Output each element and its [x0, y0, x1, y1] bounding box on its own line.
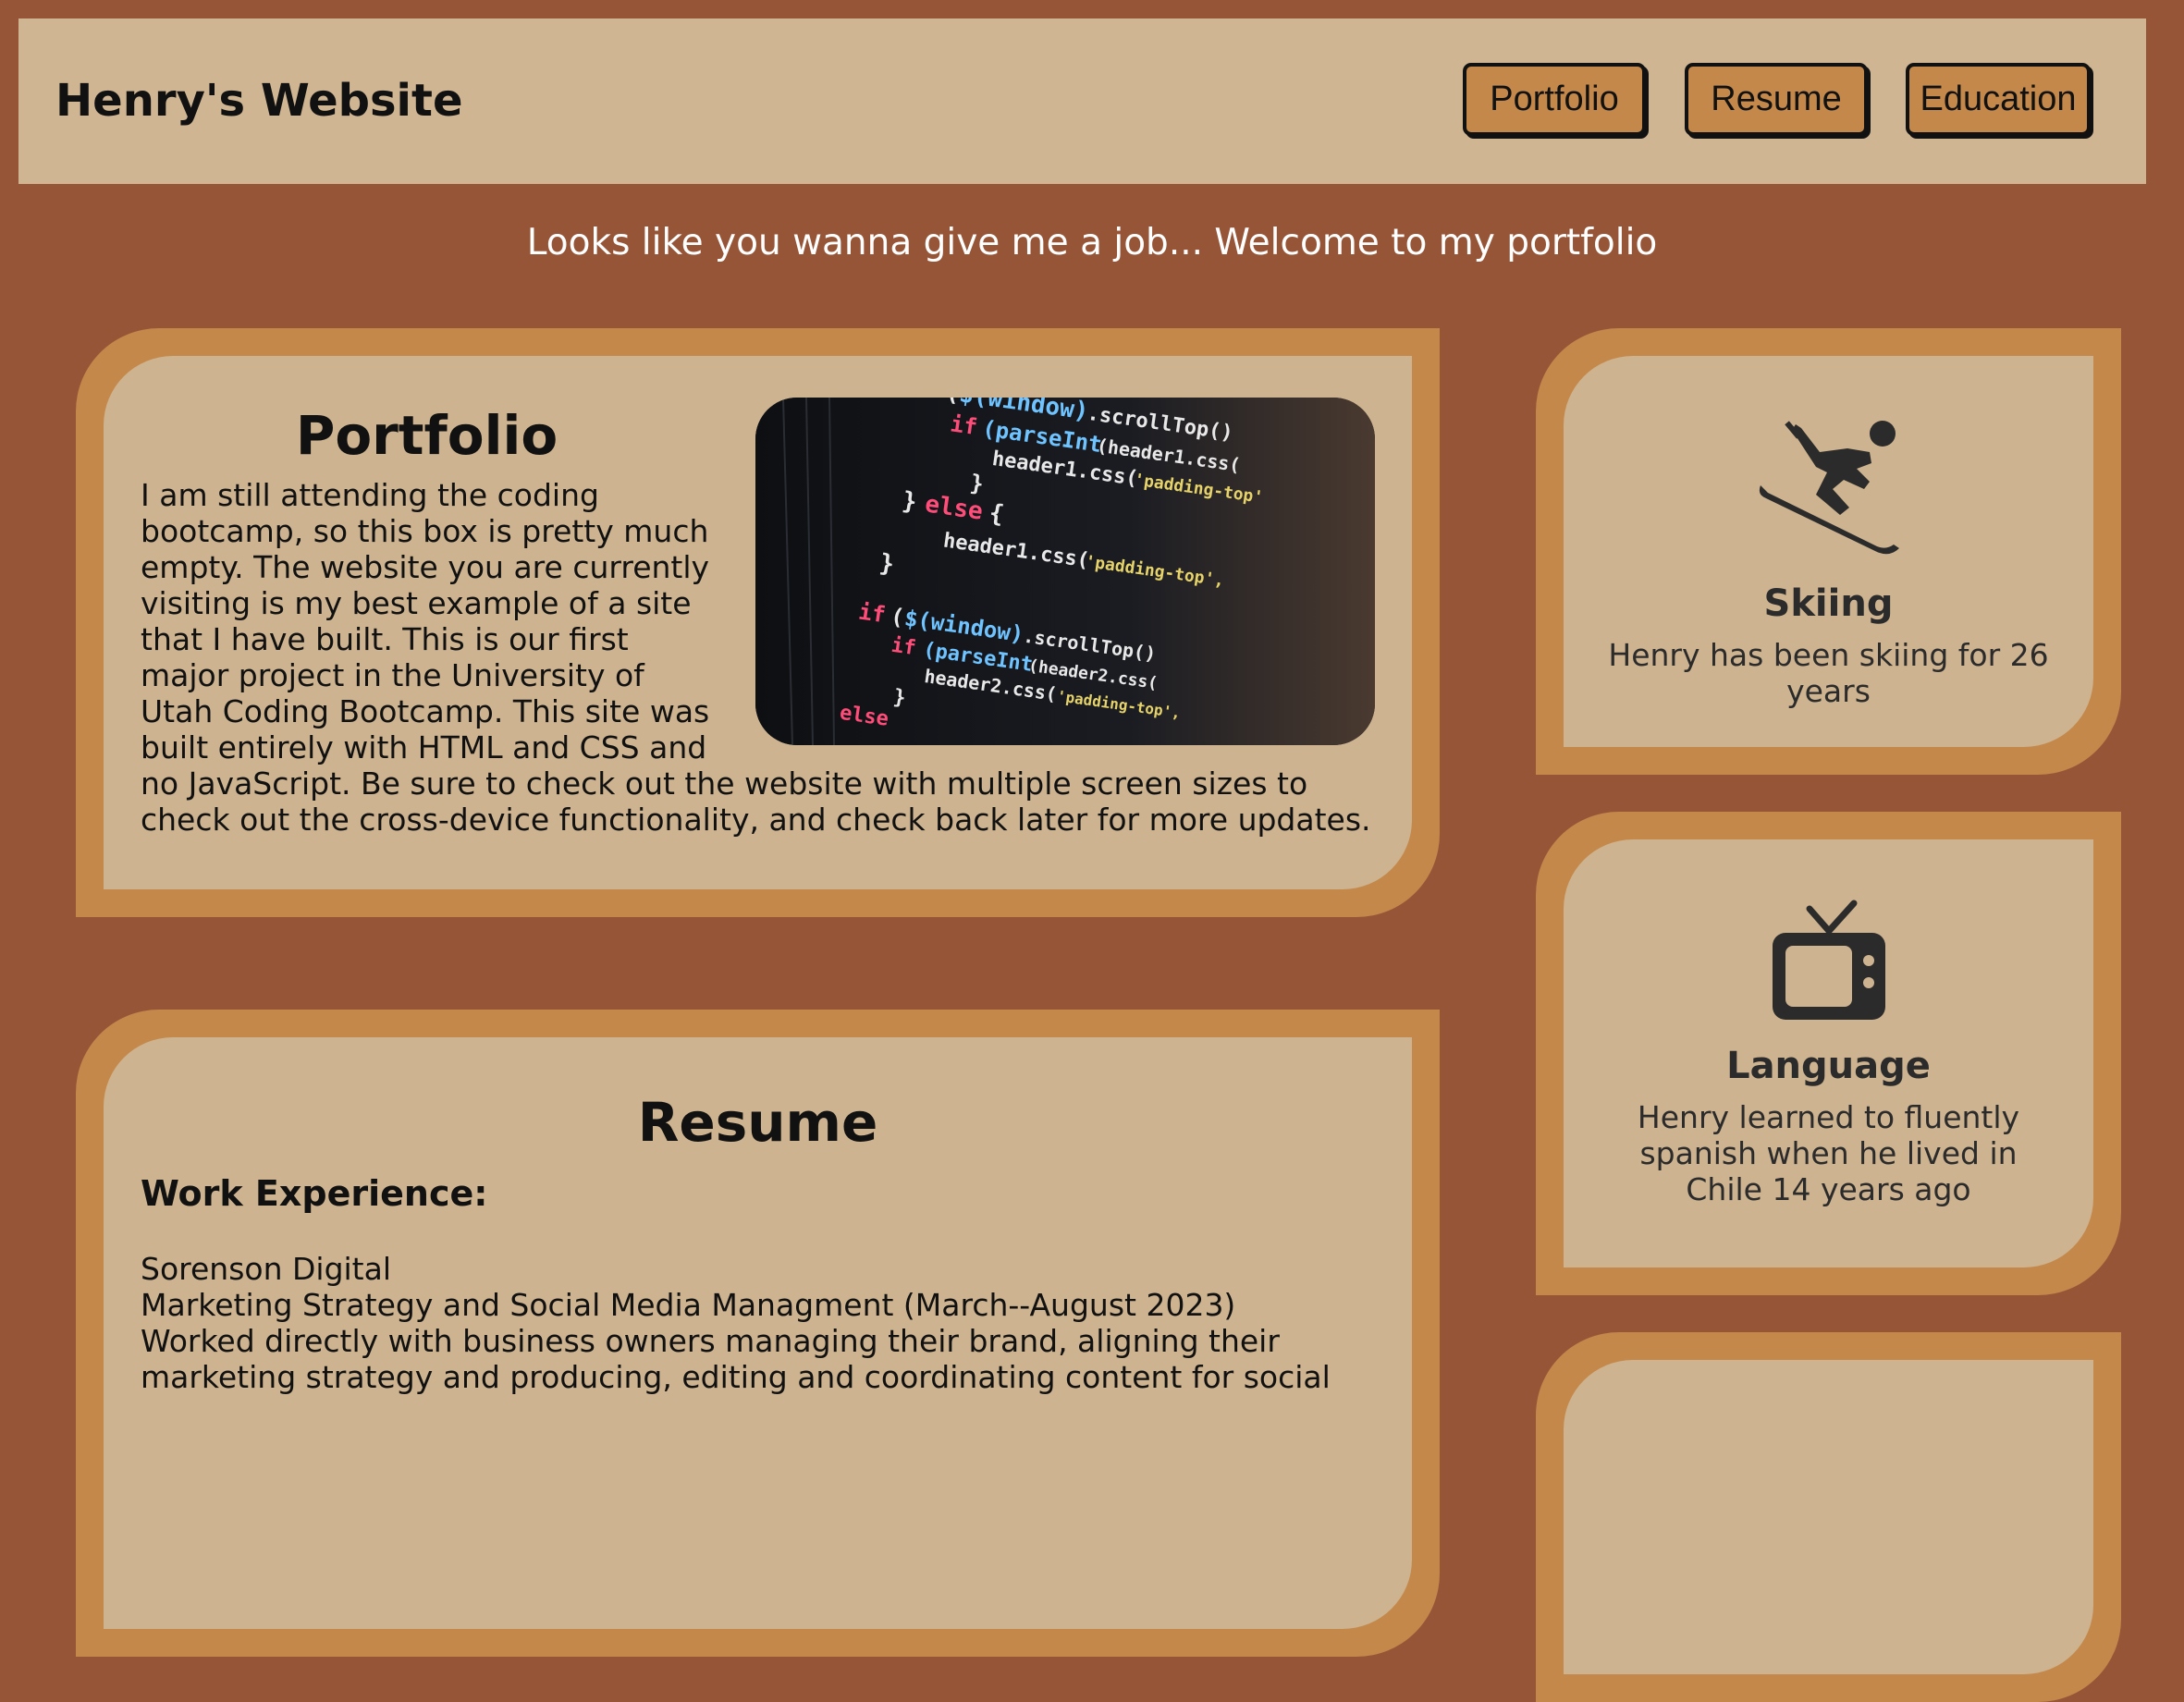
code-screenshot-image: if ( $(window) .scrollTop() if (parseInt…: [755, 398, 1375, 745]
resume-title: Resume: [637, 1091, 878, 1154]
nav-portfolio-button[interactable]: Portfolio: [1463, 63, 1646, 136]
portfolio-section: if ( $(window) .scrollTop() if (parseInt…: [76, 328, 1440, 917]
tagline: Looks like you wanna give me a job... We…: [526, 222, 1658, 263]
hobby-language-section: Language Henry learned to fluently spani…: [1536, 812, 2121, 1295]
svg-text:if: if: [890, 634, 917, 660]
portfolio-title: Portfolio: [295, 404, 558, 467]
hobby-skiing-section: Skiing Henry has been skiing for 26 year…: [1536, 328, 2121, 775]
resume-section: Resume Work Experience: Sorenson Digital…: [76, 1010, 1440, 1657]
portfolio-card: if ( $(window) .scrollTop() if (parseInt…: [104, 356, 1412, 889]
job-description: Worked directly with business owners man…: [141, 1323, 1331, 1395]
job-role: Marketing Strategy and Social Media Mana…: [141, 1287, 1236, 1323]
skiing-icon: [1759, 421, 1899, 555]
hobby-title-language: Language: [1726, 1045, 1931, 1087]
hobby-text-language: Henry learned to fluently spanish when h…: [1637, 1099, 2020, 1207]
hobby-card-language: Language Henry learned to fluently spani…: [1564, 839, 2093, 1267]
site-header: Henry's Website Portfolio Resume Educati…: [18, 18, 2146, 184]
resume-card: Resume Work Experience: Sorenson Digital…: [104, 1037, 1412, 1629]
site-title: Henry's Website: [55, 75, 463, 127]
hobby-title-skiing: Skiing: [1763, 582, 1894, 625]
work-experience-heading: Work Experience:: [141, 1173, 488, 1214]
hobby-text-skiing: Henry has been skiing for 26 years: [1608, 637, 2049, 709]
nav-resume-button[interactable]: Resume: [1685, 63, 1868, 136]
job-company: Sorenson Digital: [141, 1251, 392, 1287]
hobby-card-skiing: Skiing Henry has been skiing for 26 year…: [1564, 356, 2093, 747]
nav-education-button[interactable]: Education: [1906, 63, 2091, 136]
hobby-section-3: [1536, 1332, 2121, 1702]
hobby-card-3: [1564, 1360, 2093, 1674]
svg-text:if: if: [857, 598, 888, 628]
tv-icon: [1772, 900, 1885, 1020]
svg-text:if: if: [949, 410, 979, 440]
